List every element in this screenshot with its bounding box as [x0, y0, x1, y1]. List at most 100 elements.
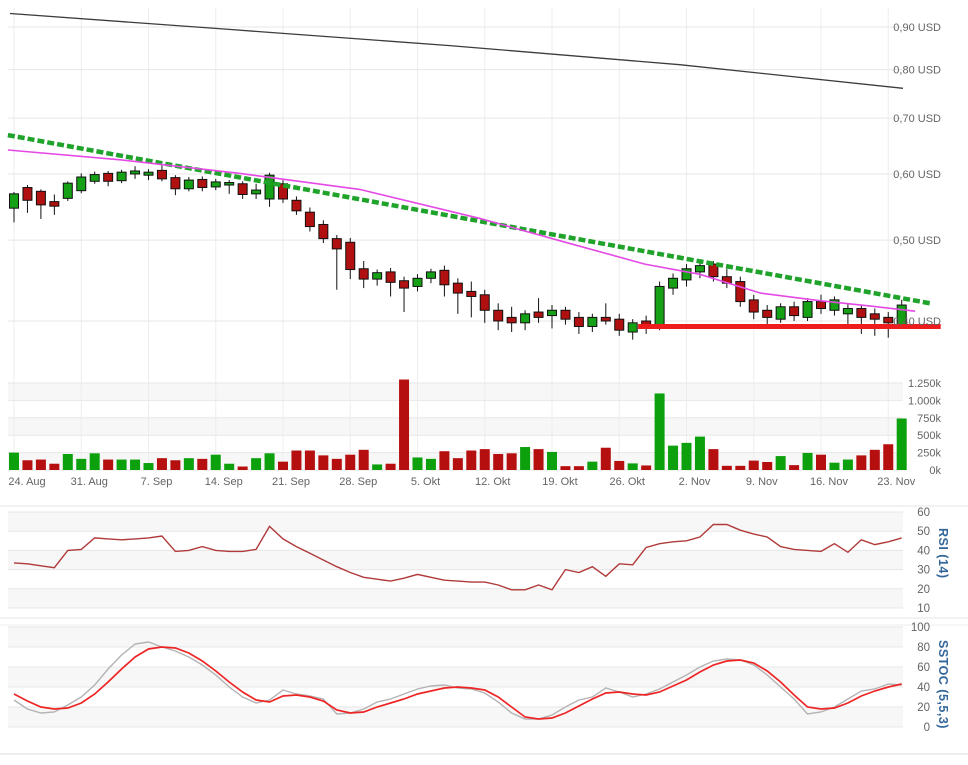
candle[interactable] [359, 269, 368, 279]
volume-bar[interactable] [144, 463, 154, 470]
candle[interactable] [225, 183, 234, 185]
candle[interactable] [561, 310, 570, 319]
volume-bar[interactable] [695, 437, 705, 470]
volume-bar[interactable] [655, 393, 665, 470]
candle[interactable] [695, 266, 704, 272]
chart-canvas[interactable]: 0,90 USD0,80 USD0,70 USD0,60 USD0,50 USD… [0, 0, 968, 765]
volume-bar[interactable] [332, 459, 342, 470]
candle[interactable] [131, 171, 140, 174]
volume-bar[interactable] [76, 459, 86, 470]
volume-bar[interactable] [386, 464, 396, 470]
candle[interactable] [548, 310, 557, 315]
volume-bar[interactable] [197, 459, 207, 470]
volume-bar[interactable] [36, 460, 46, 470]
volume-bar[interactable] [668, 446, 678, 470]
candle[interactable] [157, 170, 166, 178]
candle[interactable] [803, 302, 812, 318]
candle[interactable] [480, 295, 489, 311]
volume-bar[interactable] [278, 462, 288, 470]
volume-bar[interactable] [843, 460, 853, 470]
volume-bar[interactable] [9, 453, 19, 470]
volume-bar[interactable] [614, 461, 624, 470]
candle[interactable] [857, 309, 866, 318]
volume-bar[interactable] [534, 449, 544, 470]
candle[interactable] [305, 212, 314, 226]
volume-bar[interactable] [466, 451, 476, 470]
candle[interactable] [144, 172, 153, 175]
volume-bar[interactable] [170, 460, 180, 470]
candle[interactable] [90, 175, 99, 182]
candle[interactable] [36, 191, 45, 205]
candle[interactable] [117, 172, 126, 181]
candle[interactable] [749, 300, 758, 312]
candle[interactable] [77, 177, 86, 191]
volume-bar[interactable] [184, 458, 194, 470]
candle[interactable] [521, 314, 530, 323]
volume-bar[interactable] [224, 464, 234, 470]
candle[interactable] [23, 188, 32, 201]
volume-bar[interactable] [238, 467, 248, 470]
candle[interactable] [507, 317, 516, 322]
volume-bar[interactable] [587, 462, 597, 470]
volume-bar[interactable] [601, 448, 611, 470]
volume-bar[interactable] [682, 443, 692, 470]
volume-bar[interactable] [413, 457, 423, 470]
volume-bar[interactable] [265, 453, 275, 470]
candle[interactable] [655, 286, 664, 326]
volume-bar[interactable] [117, 460, 127, 470]
volume-bar[interactable] [49, 464, 59, 470]
candle[interactable] [400, 281, 409, 288]
candle[interactable] [534, 312, 543, 317]
candle[interactable] [373, 273, 382, 279]
volume-bar[interactable] [22, 460, 32, 470]
candle[interactable] [238, 184, 247, 195]
volume-bar[interactable] [157, 458, 167, 470]
candle[interactable] [63, 183, 72, 198]
volume-bar[interactable] [345, 455, 355, 470]
volume-bar[interactable] [829, 463, 839, 470]
volume-bar[interactable] [103, 460, 113, 470]
candle[interactable] [319, 224, 328, 238]
candle[interactable] [736, 282, 745, 302]
candle[interactable] [763, 310, 772, 317]
volume-bar[interactable] [897, 418, 907, 470]
volume-bar[interactable] [211, 455, 221, 470]
volume-bar[interactable] [708, 449, 718, 470]
candle[interactable] [104, 173, 113, 181]
candle[interactable] [265, 175, 274, 199]
candle[interactable] [870, 314, 879, 319]
volume-bar[interactable] [453, 458, 463, 470]
volume-bar[interactable] [426, 459, 436, 470]
candle[interactable] [332, 239, 341, 249]
candle[interactable] [50, 202, 59, 207]
candle[interactable] [413, 278, 422, 286]
volume-bar[interactable] [803, 453, 813, 470]
volume-bar[interactable] [480, 449, 490, 470]
volume-bar[interactable] [883, 444, 893, 470]
volume-bar[interactable] [749, 461, 759, 470]
volume-bar[interactable] [789, 465, 799, 470]
volume-bar[interactable] [372, 464, 382, 470]
candle[interactable] [453, 283, 462, 293]
candle[interactable] [252, 190, 261, 194]
candle[interactable] [386, 272, 395, 282]
volume-bar[interactable] [762, 462, 772, 470]
candle[interactable] [574, 317, 583, 326]
candle[interactable] [292, 200, 301, 211]
volume-bar[interactable] [870, 450, 880, 470]
volume-bar[interactable] [856, 455, 866, 470]
candle[interactable] [817, 302, 826, 309]
candle[interactable] [346, 242, 355, 269]
candle[interactable] [588, 317, 597, 326]
candle[interactable] [211, 182, 220, 187]
candle[interactable] [843, 309, 852, 314]
volume-bar[interactable] [735, 466, 745, 470]
volume-bar[interactable] [399, 380, 409, 470]
volume-bar[interactable] [439, 451, 449, 470]
volume-bar[interactable] [251, 458, 261, 470]
candle[interactable] [494, 310, 503, 321]
candle[interactable] [171, 178, 180, 189]
volume-bar[interactable] [520, 447, 530, 470]
candle[interactable] [184, 180, 193, 189]
candle[interactable] [628, 323, 637, 332]
